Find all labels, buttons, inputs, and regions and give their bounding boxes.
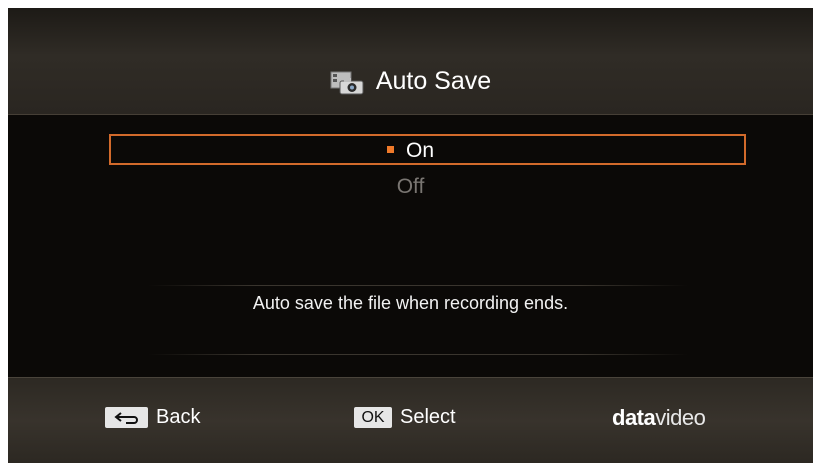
select-label: Select [400,406,456,428]
ok-key: OK [354,407,392,428]
divider-top [148,285,688,286]
option-on[interactable]: On [8,139,813,163]
device-screen: Auto Save On Off Auto save the file when… [8,8,813,463]
logo-bold: data [612,405,656,430]
description-text: Auto save the file when recording ends. [252,293,569,313]
back-button[interactable]: Back [105,406,200,429]
page-title: Auto Save [8,67,813,100]
camera-icon [330,71,364,94]
option-on-label: On [405,139,434,162]
footer-bar: Back OK Select datavideo [8,377,813,463]
select-button[interactable]: OK Select [354,406,456,429]
back-label: Back [156,406,201,428]
logo-light: video [655,405,706,430]
option-off[interactable]: Off [8,175,813,199]
divider-bottom [148,354,688,355]
header-bar: Auto Save [8,8,813,115]
title-text: Auto Save [375,67,492,95]
option-off-label: Off [396,175,425,198]
return-arrow-icon [105,407,148,428]
selected-bullet-icon [386,145,394,153]
datavideo-logo: datavideo [612,405,706,431]
